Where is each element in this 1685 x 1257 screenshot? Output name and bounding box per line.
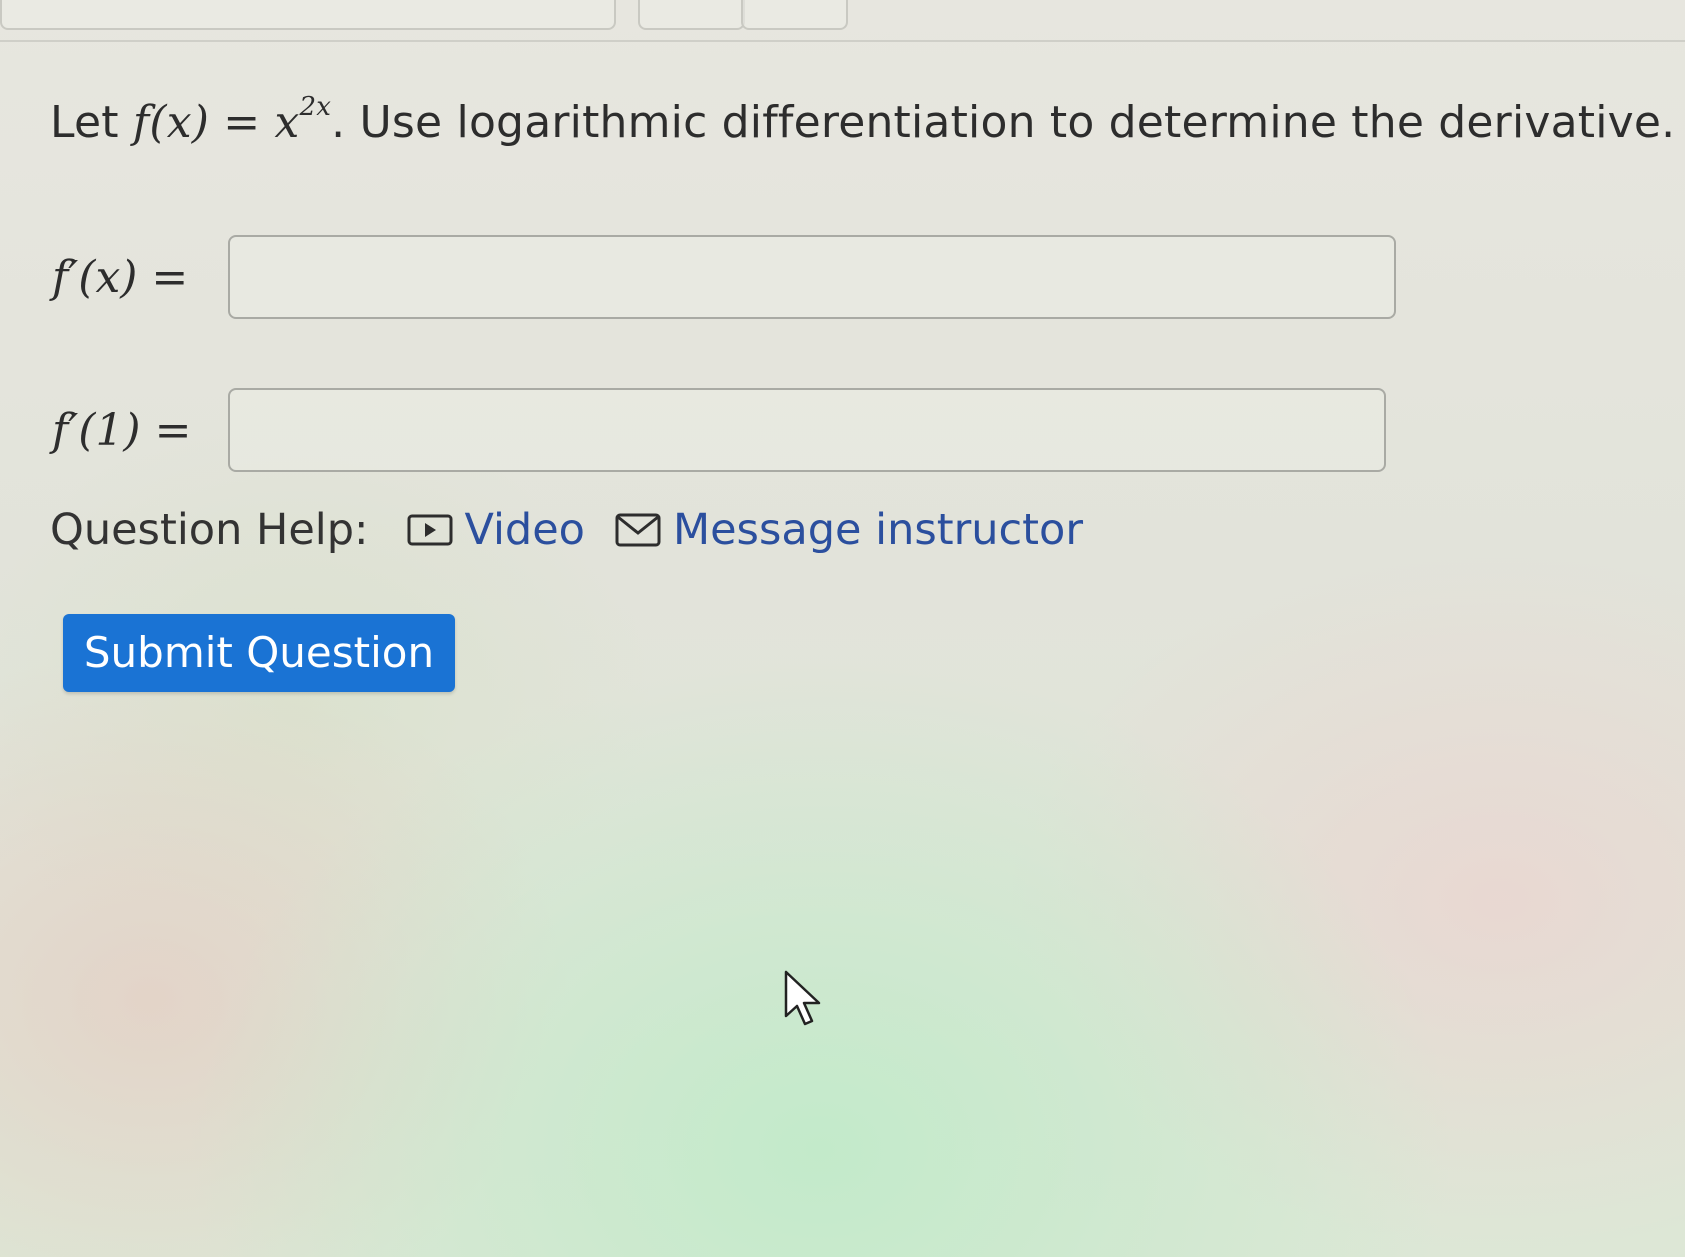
question-suffix: . Use logarithmic differentiation to det… <box>331 97 1676 148</box>
derivative-at-1-label: f′(1) = <box>52 404 192 456</box>
video-link[interactable]: Video <box>407 505 585 555</box>
top-tab-middle[interactable] <box>638 0 745 30</box>
question-help: Question Help: Video Message instructor <box>50 505 1113 555</box>
video-link-label: Video <box>464 505 585 555</box>
top-toolbar-strip <box>0 0 1685 42</box>
function-lhs: f(x) = x <box>132 97 300 148</box>
question-help-label: Question Help: <box>50 505 369 555</box>
question-prefix: Let <box>50 97 119 148</box>
question-text: Let f(x) = x2x. Use logarithmic differen… <box>50 92 1675 148</box>
function-exponent: 2x <box>299 92 332 122</box>
message-instructor-link[interactable]: Message instructor <box>615 505 1083 555</box>
top-tab-right[interactable] <box>741 0 848 30</box>
message-instructor-label: Message instructor <box>673 505 1084 555</box>
top-tab-left[interactable] <box>0 0 616 30</box>
video-play-icon <box>407 514 453 546</box>
submit-question-button[interactable]: Submit Question <box>63 614 455 692</box>
mouse-pointer-icon <box>784 970 821 1026</box>
derivative-input[interactable] <box>228 235 1396 319</box>
function-definition: f(x) = x2x <box>132 92 331 148</box>
answer-row-derivative: f′(x) = <box>52 232 1396 322</box>
answer-row-derivative-at-1: f′(1) = <box>52 385 1386 475</box>
derivative-label: f′(x) = <box>52 251 189 303</box>
envelope-icon <box>615 513 661 547</box>
derivative-at-1-input[interactable] <box>228 388 1386 472</box>
